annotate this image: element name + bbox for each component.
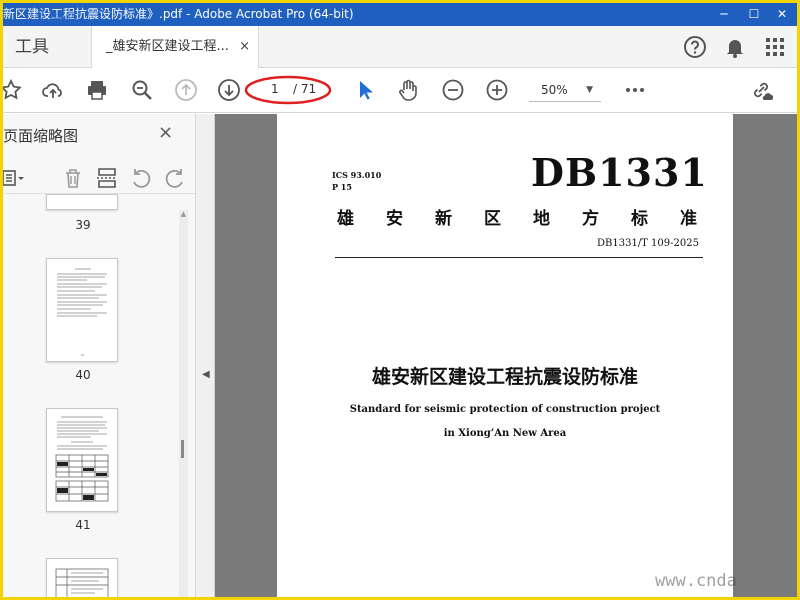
thumbnail-page-next[interactable] — [46, 558, 118, 597]
thumbnail-page-40[interactable] — [46, 258, 118, 362]
app-window: 新区建设工程抗震设防标准》.pdf - Adobe Acrobat Pro (6… — [3, 3, 797, 597]
header-divider — [335, 257, 703, 258]
rotate-right-icon[interactable] — [163, 166, 187, 190]
thumbnail-scrollbar[interactable] — [179, 210, 188, 597]
panel-toolbar — [3, 162, 195, 194]
minimize-button[interactable]: ─ — [709, 3, 739, 26]
db-code: DB1331 — [531, 150, 708, 195]
zoom-search-icon[interactable] — [130, 78, 154, 102]
thumbnail-label: 39 — [75, 218, 91, 232]
panel-title: 页面缩略图 — [3, 127, 79, 145]
tab-document-label: _雄安新区建设工程... — [106, 39, 229, 54]
zoom-out-icon[interactable] — [441, 78, 465, 102]
hand-icon[interactable] — [396, 78, 420, 102]
tab-document[interactable]: _雄安新区建设工程... × — [91, 26, 259, 69]
cloud-upload-icon[interactable] — [41, 78, 65, 102]
standard-name: 雄 安 新 区 地 方 标 准 — [337, 204, 697, 229]
panel-collapse-strip[interactable]: ◀ — [196, 114, 215, 597]
standard-name-char: 方 — [582, 209, 599, 229]
thumbnail-preview — [57, 268, 107, 356]
thumbnail-label: 41 — [75, 518, 91, 532]
standard-name-char: 标 — [631, 209, 648, 229]
star-icon[interactable] — [3, 78, 23, 102]
thumbnail-preview — [55, 416, 109, 502]
zoom-in-icon[interactable] — [485, 78, 509, 102]
standard-name-char: 准 — [680, 209, 697, 229]
bell-icon[interactable] — [723, 35, 747, 59]
insert-page-icon[interactable] — [95, 166, 119, 190]
collapse-left-icon[interactable]: ◀ — [202, 369, 210, 380]
standard-name-char: 雄 — [337, 209, 354, 229]
more-icon[interactable] — [623, 78, 647, 102]
close-window-button[interactable]: ✕ — [767, 3, 797, 26]
main-toolbar: 1 / 71 50% ▼ — [3, 68, 797, 113]
document-title-cn: 雄安新区建设工程抗震设防标准 — [371, 366, 638, 388]
standard-name-char: 区 — [484, 209, 501, 229]
ics-code: ICS 93.010 — [332, 170, 382, 180]
thumbnail-page-41[interactable] — [46, 408, 118, 512]
standard-name-char: 安 — [386, 209, 403, 229]
select-arrow-icon[interactable] — [353, 78, 377, 102]
maximize-button[interactable]: ☐ — [739, 3, 769, 26]
thumbnail-options-icon[interactable] — [3, 166, 25, 190]
link-share-icon[interactable] — [749, 78, 773, 102]
document-title-en-line2: in Xiong’An New Area — [443, 428, 567, 439]
thumbnail-label: 40 — [75, 368, 91, 382]
standard-name-char: 地 — [533, 209, 550, 229]
total-pages-label: / 71 — [293, 82, 317, 96]
thumbnail-preview — [55, 568, 109, 597]
tab-row: 工具 _雄安新区建设工程... × — [3, 26, 797, 69]
print-icon[interactable] — [85, 78, 109, 102]
trash-icon[interactable] — [61, 166, 85, 190]
document-canvas[interactable]: ICS 93.010 P 15 DB1331 雄 安 新 区 地 方 标 准 D… — [215, 114, 797, 597]
window-title: 新区建设工程抗震设防标准》.pdf - Adobe Acrobat Pro (6… — [3, 7, 354, 21]
rotate-left-icon[interactable] — [129, 166, 153, 190]
help-icon[interactable] — [683, 35, 707, 59]
standard-name-char: 新 — [435, 209, 452, 229]
p-code: P 15 — [332, 182, 352, 192]
document-title-en-line1: Standard for seismic protection of const… — [349, 404, 661, 415]
zoom-select[interactable]: 50% ▼ — [529, 78, 601, 102]
title-bar: 新区建设工程抗震设防标准》.pdf - Adobe Acrobat Pro (6… — [3, 3, 797, 26]
close-tab-icon[interactable]: × — [239, 26, 250, 68]
chevron-down-icon: ▼ — [586, 85, 593, 95]
page-up-icon[interactable] — [174, 78, 198, 102]
page-down-icon[interactable] — [217, 78, 241, 102]
thumbnail-panel: 页面缩略图 × 39 40 41 ▲ — [3, 114, 196, 597]
thumbnail-page-39[interactable] — [46, 194, 118, 210]
page-number-highlight — [244, 75, 332, 105]
current-page-input[interactable]: 1 — [271, 82, 279, 96]
thumbnail-list: 39 40 41 — [3, 194, 178, 597]
pdf-page: ICS 93.010 P 15 DB1331 雄 安 新 区 地 方 标 准 D… — [277, 114, 733, 597]
standard-number: DB1331/T 109-2025 — [597, 238, 699, 249]
scroll-up-arrow-icon[interactable]: ▲ — [179, 210, 188, 218]
scrollbar-grip[interactable] — [180, 440, 187, 458]
apps-grid-icon[interactable] — [763, 35, 787, 59]
close-panel-icon[interactable]: × — [158, 122, 173, 143]
tab-tools[interactable]: 工具 — [3, 26, 91, 68]
zoom-value: 50% — [541, 83, 568, 97]
